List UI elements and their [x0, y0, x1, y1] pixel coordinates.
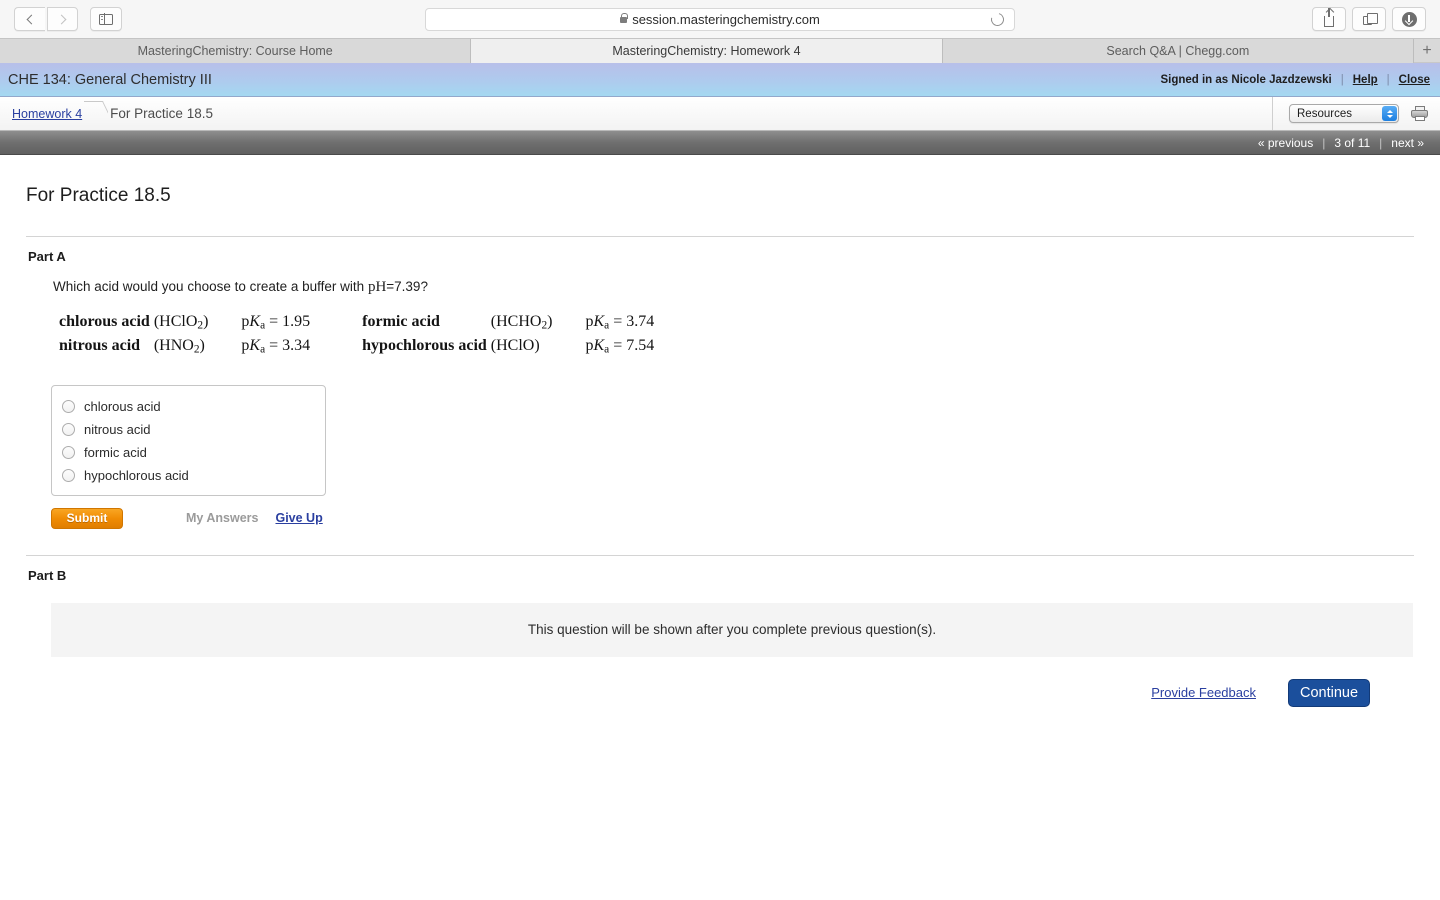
question-pager: « previous | 3 of 11 | next » [0, 131, 1440, 155]
my-answers-link[interactable]: My Answers [186, 511, 258, 525]
provide-feedback-link[interactable]: Provide Feedback [1151, 685, 1256, 700]
browser-tab-course-home[interactable]: MasteringChemistry: Course Home [0, 39, 472, 63]
page-title: For Practice 18.5 [26, 185, 171, 206]
pager-position: 3 of 11 [1334, 135, 1371, 150]
option-label: nitrous acid [84, 421, 151, 437]
answer-options-box: chlorous acid nitrous acid formic acid h… [51, 384, 326, 496]
question-prompt: Which acid would you choose to create a … [53, 279, 1414, 296]
acid-table-row: chlorous acid (HClO2) pKa = 1.95 formic … [59, 313, 654, 337]
locked-message: This question will be shown after you co… [527, 622, 937, 638]
radio-icon[interactable] [62, 468, 75, 482]
browser-tab-bar: MasteringChemistry: Course Home Masterin… [0, 38, 1440, 63]
pager-separator-2: | [1379, 135, 1383, 150]
course-title: CHE 134: General Chemistry III [8, 71, 212, 88]
help-link[interactable]: Help [1353, 74, 1378, 86]
share-button[interactable] [1312, 7, 1346, 31]
acid-formula-hypochlorous: (HClO) [490, 337, 540, 355]
acid-table-gap [310, 313, 362, 337]
acid-formula-formic: (HCHO2) [490, 313, 553, 332]
forward-button[interactable] [47, 7, 78, 31]
part-a-label: Part A [28, 249, 66, 264]
option-formic-acid[interactable]: formic acid [62, 445, 325, 460]
footer-actions: Provide Feedback Continue [26, 678, 1414, 707]
acid-table-row: nitrous acid (HNO2) pKa = 3.34 hypochlor… [59, 337, 654, 361]
option-label: hypochlorous acid [84, 467, 189, 483]
acid-table-gap [310, 337, 362, 361]
continue-button[interactable]: Continue [1288, 678, 1370, 707]
sidebar-toggle-button[interactable] [90, 7, 122, 31]
prompt-text-after: =7.39? [386, 279, 428, 294]
prompt-text-before: Which acid would you choose to create a … [53, 279, 368, 294]
breadcrumb-bar: Homework 4 For Practice 18.5 Resources [0, 97, 1440, 131]
tab-overview-icon [1363, 12, 1378, 25]
part-b-divider [26, 554, 1414, 556]
resources-select[interactable]: Resources [1289, 104, 1399, 123]
option-label: formic acid [84, 444, 147, 460]
reload-icon[interactable] [988, 10, 1007, 28]
signed-in-label: Signed in as Nicole Jazdzewski [1160, 73, 1332, 86]
acid-reference-table: chlorous acid (HClO2) pKa = 1.95 formic … [59, 313, 654, 362]
browser-tab-chegg[interactable]: Search Q&A | Chegg.com [942, 39, 1414, 63]
breadcrumb-separator-icon [84, 97, 108, 130]
toolbar-right-buttons [1312, 7, 1426, 31]
radio-icon[interactable] [62, 399, 75, 413]
new-tab-button[interactable]: + [1413, 39, 1440, 62]
printer-icon[interactable] [1411, 106, 1428, 121]
answer-action-row: Submit My Answers Give Up [51, 507, 1414, 529]
previous-question-link[interactable]: « previous [1258, 136, 1313, 150]
back-button[interactable] [14, 7, 45, 31]
radio-icon[interactable] [62, 445, 75, 459]
pager-separator-1: | [1322, 135, 1326, 150]
header-separator-1: | [1340, 73, 1344, 86]
prompt-ph-symbol: pH [367, 279, 387, 295]
submit-button[interactable]: Submit [51, 507, 123, 529]
sidebar-toggle-icon [99, 13, 113, 25]
option-chlorous-acid[interactable]: chlorous acid [62, 399, 325, 414]
acid-pka-hypochlorous: pKa = 7.54 [585, 337, 655, 356]
acid-name-chlorous: chlorous acid [59, 313, 150, 330]
breadcrumb-current: For Practice 18.5 [110, 106, 213, 121]
acid-pka-chlorous: pKa = 1.95 [241, 313, 311, 332]
acid-pka-formic: pKa = 3.74 [585, 313, 655, 332]
option-hypochlorous-acid[interactable]: hypochlorous acid [62, 468, 325, 483]
download-icon [1401, 11, 1417, 27]
acid-name-hypochlorous: hypochlorous acid [362, 337, 487, 355]
give-up-link[interactable]: Give Up [275, 511, 322, 525]
resources-select-value: Resources [1297, 107, 1352, 120]
title-divider [26, 236, 1414, 237]
tab-overview-button[interactable] [1352, 7, 1386, 31]
part-b-locked-panel: This question will be shown after you co… [51, 602, 1413, 657]
close-link[interactable]: Close [1399, 74, 1430, 86]
part-b-label: Part B [28, 567, 67, 583]
chevron-right-icon [56, 14, 66, 24]
browser-toolbar: session.masteringchemistry.com [0, 0, 1440, 38]
acid-name-nitrous: nitrous acid [59, 337, 141, 355]
browser-tab-homework-4[interactable]: MasteringChemistry: Homework 4 [471, 39, 943, 63]
acid-name-formic: formic acid [362, 313, 440, 330]
url-text: session.masteringchemistry.com [632, 11, 820, 27]
breadcrumb-homework-4[interactable]: Homework 4 [12, 107, 82, 121]
acid-pka-nitrous: pKa = 3.34 [241, 337, 311, 356]
browser-chrome: session.masteringchemistry.com Mastering… [0, 0, 1440, 63]
option-label: chlorous acid [84, 398, 161, 414]
lock-icon [620, 13, 629, 23]
app-header: CHE 134: General Chemistry III Signed in… [0, 63, 1440, 97]
chevron-updown-icon [1382, 106, 1397, 121]
share-icon [1324, 7, 1334, 27]
header-separator-2: | [1386, 73, 1390, 86]
account-bar: Signed in as Nicole Jazdzewski | Help | … [1160, 74, 1430, 86]
acid-formula-nitrous: (HNO2) [153, 337, 205, 356]
address-bar[interactable]: session.masteringchemistry.com [425, 7, 1015, 31]
acid-formula-chlorous: (HClO2) [153, 313, 209, 332]
downloads-button[interactable] [1392, 7, 1426, 31]
option-nitrous-acid[interactable]: nitrous acid [62, 422, 325, 437]
radio-icon[interactable] [62, 422, 75, 436]
breadcrumb-tools: Resources [1272, 97, 1440, 130]
next-question-link[interactable]: next » [1391, 136, 1424, 150]
question-content: For Practice 18.5 Part A Which acid woul… [0, 185, 1440, 707]
chevron-left-icon [26, 14, 37, 24]
navigation-buttons [14, 7, 122, 31]
